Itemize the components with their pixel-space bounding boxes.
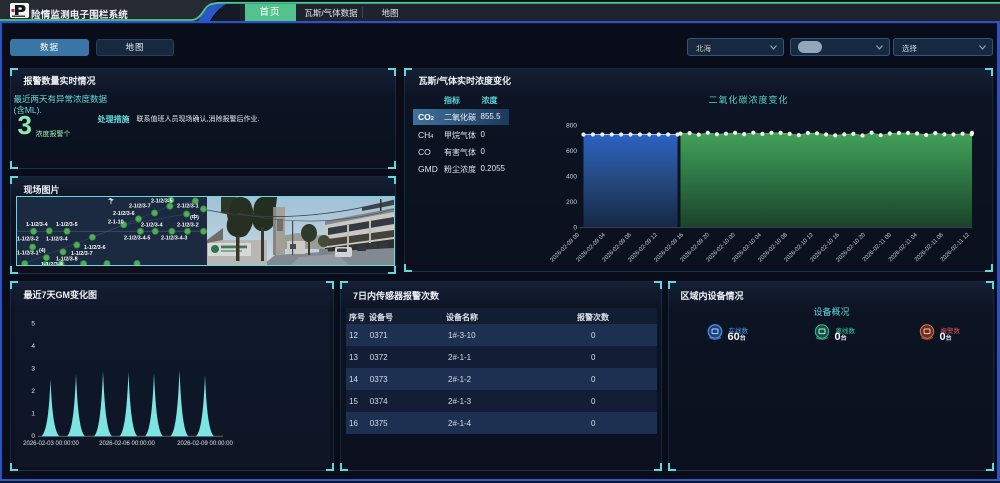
svg-text:1-1/2/3-4: 1-1/2/3-4 — [46, 237, 68, 243]
svg-text:1-1/2/3-1: 1-1/2/3-1 — [17, 251, 39, 257]
svg-text:5: 5 — [31, 321, 35, 328]
svg-text:4: 4 — [31, 343, 35, 350]
svg-text:1-1/2/3-9: 1-1/2/3-9 — [41, 262, 63, 265]
svg-text:200: 200 — [566, 199, 577, 206]
svg-text:1-1/2/3-2: 1-1/2/3-2 — [17, 237, 39, 243]
svg-text:2: 2 — [31, 388, 35, 395]
svg-text:2-1/2/3-6: 2-1/2/3-6 — [113, 211, 135, 217]
svg-text:2-1/2/3-7: 2-1/2/3-7 — [129, 204, 151, 210]
svg-text:600: 600 — [566, 148, 577, 155]
svg-text:(4): (4) — [39, 248, 46, 254]
svg-text:2-1/2/3-4-5: 2-1/2/3-4-5 — [124, 236, 150, 242]
svg-text:400: 400 — [566, 174, 577, 181]
svg-text:1-1/2/3-4: 1-1/2/3-4 — [26, 222, 48, 228]
svg-text:2026-02-03 00:00:00: 2026-02-03 00:00:00 — [23, 441, 79, 447]
svg-text:2-1/2/3-5: 2-1/2/3-5 — [151, 199, 173, 205]
svg-text:2026-02-11 12: 2026-02-11 12 — [939, 232, 970, 263]
svg-text:0: 0 — [573, 225, 577, 232]
svg-text:2026-02-06 00:00:00: 2026-02-06 00:00:00 — [99, 441, 155, 447]
svg-text:3: 3 — [31, 366, 35, 373]
svg-text:2-1/2/3-2: 2-1/2/3-2 — [177, 223, 199, 229]
svg-text:0: 0 — [31, 433, 35, 440]
svg-text:2-1/2/3-4: 2-1/2/3-4 — [141, 223, 163, 229]
svg-text:(中): (中) — [190, 213, 199, 221]
svg-text:2-1/2/3-4-3: 2-1/2/3-4-3 — [161, 236, 187, 242]
svg-text:800: 800 — [566, 123, 577, 130]
svg-text:1: 1 — [31, 411, 35, 418]
svg-text:2026-02-09 00:00:00: 2026-02-09 00:00:00 — [177, 441, 233, 447]
svg-text:2-1/2/3-1: 2-1/2/3-1 — [177, 204, 199, 210]
svg-text:1-1/2/3-5: 1-1/2/3-5 — [56, 222, 78, 228]
svg-text:2-1-10: 2-1-10 — [108, 220, 124, 226]
